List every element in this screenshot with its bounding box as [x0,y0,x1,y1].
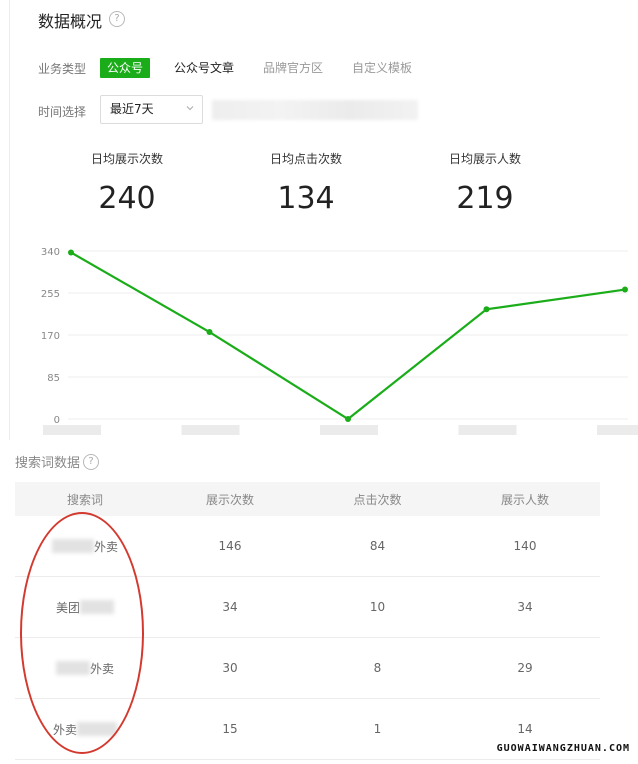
metric-label: 日均展示次数 [90,152,163,166]
series-line [70,251,626,421]
watermark: GUOWAIWANGZHUAN.COM [496,743,630,754]
impressions-cell: 34 [222,600,238,614]
column-header-term: 搜索词 [66,492,103,507]
redacted-x-label [320,425,378,435]
page-title: 数据概况 [38,12,103,31]
redacted-bar [212,100,418,120]
metric-value: 240 [98,181,156,216]
reach-cell: 29 [517,661,533,675]
column-header-clicks: 点击次数 [353,492,402,507]
reach-cell: 14 [517,722,533,736]
tab-brand-official-zone[interactable]: 品牌官方区 [263,58,323,78]
metric-daily-reach: 日均展示人数 219 [410,150,560,216]
help-icon[interactable]: ? [83,454,99,470]
trend-line-chart: 340 255 170 85 0 [41,247,638,435]
y-tick-label: 255 [41,289,60,300]
data-point [483,306,490,313]
impressions-cell: 146 [218,539,242,553]
reach-cell: 34 [517,600,533,614]
date-range-value: 最近7天 [110,102,154,116]
y-tick-label: 340 [41,247,60,258]
redacted-x-label [597,425,638,435]
clicks-cell: 84 [369,539,386,553]
y-tick-label: 0 [54,415,60,426]
reach-cell: 140 [513,539,537,553]
data-point [622,286,628,293]
metric-value: 219 [456,181,514,216]
clicks-cell: 8 [373,661,382,675]
column-header-impressions: 展示次数 [205,492,254,507]
metric-daily-impressions: 日均展示次数 240 [52,150,202,216]
date-range-select[interactable]: 最近7天 [100,95,203,124]
search-terms-title: 搜索词数据 [15,456,81,471]
data-point [345,416,351,422]
data-point [206,329,213,336]
clicks-cell: 1 [373,722,382,736]
tab-official-account[interactable]: 公众号 [100,58,151,78]
tab-custom-template[interactable]: 自定义模板 [352,58,412,78]
impressions-cell: 30 [222,661,238,675]
business-type-label: 业务类型 [38,62,87,76]
metric-value: 134 [277,181,335,216]
tab-official-account-articles[interactable]: 公众号文章 [174,58,234,78]
help-icon[interactable]: ? [109,11,125,27]
annotation-ellipse [20,512,144,754]
redacted-x-label [181,425,240,435]
metric-label: 日均点击次数 [269,152,342,166]
column-header-reach: 展示人数 [500,492,549,507]
redacted-x-label [458,425,517,435]
y-tick-label: 170 [41,331,60,342]
metric-label: 日均展示人数 [448,152,521,166]
chevron-down-icon [186,106,194,111]
table-header: 搜索词 展示次数 点击次数 展示人数 [15,482,600,516]
y-tick-label: 85 [47,373,60,384]
redacted-x-label [43,425,101,435]
data-point [68,249,74,256]
impressions-cell: 15 [222,722,238,736]
clicks-cell: 10 [369,600,386,614]
metric-daily-clicks: 日均点击次数 134 [231,150,381,216]
time-select-label: 时间选择 [38,105,87,119]
